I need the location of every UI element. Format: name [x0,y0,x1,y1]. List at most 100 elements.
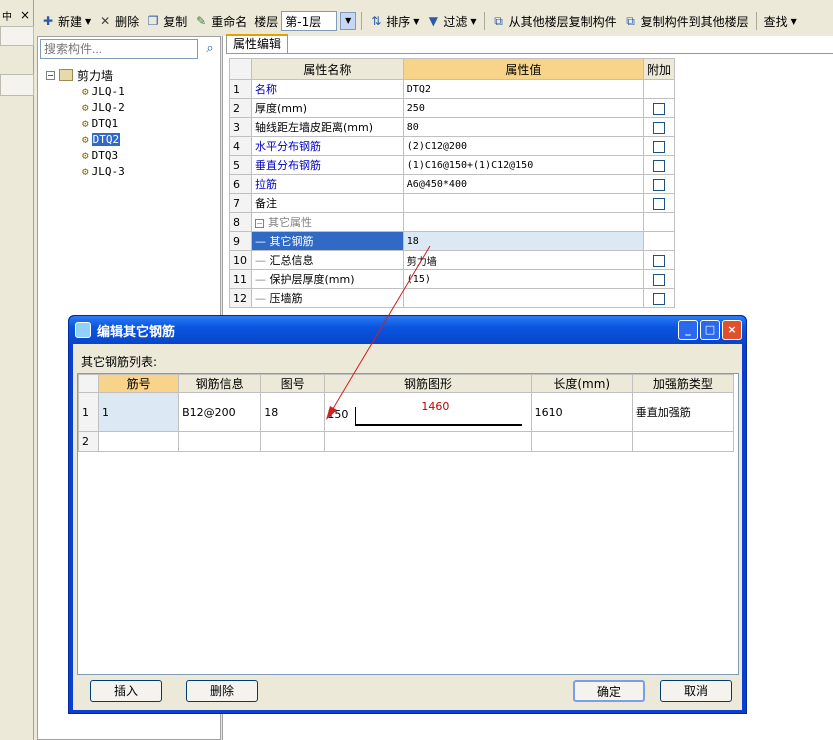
add-checkbox[interactable] [652,178,665,191]
bar-info-cell[interactable]: B12@200 [178,392,262,432]
table-row[interactable]: 2 [77,431,735,452]
search-input[interactable] [40,39,198,59]
property-value[interactable]: (15) [402,269,644,289]
table-row[interactable]: 6 拉筋 A6@450*400 [229,174,676,194]
table-row[interactable]: 1 名称 DTQ2 [229,79,676,99]
add-checkbox[interactable] [652,292,665,305]
figure-number-cell[interactable] [260,431,326,452]
stiffener-type-cell[interactable] [631,431,735,452]
shape-left-length[interactable]: 150 [327,408,348,421]
table-row[interactable]: 12 — 压墙筋 [229,288,676,308]
filter-icon: ▼ [428,14,439,28]
bar-number-cell[interactable]: 1 [98,392,180,432]
sort-button[interactable]: ⇅ 排序 ▼ [367,10,421,32]
figure-number-cell[interactable]: 18 [260,392,326,432]
length-cell[interactable] [530,431,633,452]
property-value[interactable]: (2)C12@200 [402,136,644,156]
toolbar-divider [361,12,363,30]
tree-item[interactable]: ⚙ DTQ3 [82,147,125,163]
table-row-selected[interactable]: 9 — 其它钢筋 18 [229,231,676,251]
property-value[interactable]: A6@450*400 [402,174,644,194]
stiffener-type-cell[interactable]: 垂直加强筋 [631,392,735,432]
ok-button[interactable]: 确定 [573,680,645,702]
property-value[interactable] [402,193,644,213]
rebar-list-label: 其它钢筋列表: [81,355,158,369]
property-name: 垂直分布钢筋 [250,155,404,175]
property-value[interactable]: 剪力墙 [402,250,644,270]
filter-button[interactable]: ▼ 过滤 ▼ [424,10,478,32]
tree-item[interactable]: ⚙ JLQ-2 [82,99,125,115]
bar-number-cell[interactable] [98,431,180,452]
table-row-group[interactable]: 8 − 其它属性 [229,212,676,232]
property-name: 厚度(mm) [250,98,404,118]
add-cell [642,79,676,99]
tree-item[interactable]: ⚙ JLQ-3 [82,163,125,179]
table-row[interactable]: 11 — 保护层厚度(mm) (15) [229,269,676,289]
close-button[interactable]: × [722,320,742,340]
add-checkbox[interactable] [652,140,665,153]
property-value[interactable]: 18 [402,231,644,251]
cancel-button[interactable]: 取消 [660,680,732,702]
property-value[interactable]: 80 [402,117,644,137]
table-row[interactable]: 7 备注 [229,193,676,213]
copy-button[interactable]: ❐ 复制 [144,10,189,32]
new-icon: ✚ [42,14,54,28]
copy-from-floor-button[interactable]: ⧉ 从其他楼层复制构件 [490,10,619,32]
table-row[interactable]: 5 垂直分布钢筋 (1)C16@150+(1)C12@150 [229,155,676,175]
add-checkbox[interactable] [652,197,665,210]
add-checkbox[interactable] [652,102,665,115]
minimize-button[interactable]: _ [678,320,698,340]
length-cell[interactable]: 1610 [530,392,633,432]
table-row[interactable]: 10 — 汇总信息 剪力墙 [229,250,676,270]
bar-shape-cell[interactable]: 150 1460 [324,392,532,432]
tree-root[interactable]: − 剪力墙 [46,67,125,83]
header-name: 属性名称 [250,58,404,80]
shape-main-length[interactable]: 1460 [421,400,449,413]
maximize-button[interactable]: □ [700,320,720,340]
delete-button[interactable]: ✕ 删除 [96,10,141,32]
tree-item[interactable]: ⚙ JLQ-1 [82,83,125,99]
caret-down-icon: ▼ [790,16,797,26]
add-checkbox[interactable] [652,121,665,134]
dialog-titlebar[interactable]: 编辑其它钢筋 _ □ × [69,316,746,344]
tree-item-selected[interactable]: ⚙ DTQ2 [82,131,125,147]
delete-button[interactable]: 删除 [186,680,258,702]
find-button[interactable]: 查找 ▼ [762,10,799,32]
header-bar-number: 筋号 [98,374,180,393]
bar-info-cell[interactable] [178,431,262,452]
table-row[interactable]: 4 水平分布钢筋 (2)C12@200 [229,136,676,156]
left-panel-button-1[interactable] [0,26,34,46]
property-value[interactable]: (1)C16@150+(1)C12@150 [402,155,644,175]
floor-select[interactable]: 第-1层 [281,11,338,31]
search-icon[interactable]: ⌕ [200,39,220,59]
left-panel-button-2[interactable] [0,74,34,96]
edit-other-rebar-dialog: 编辑其它钢筋 _ □ × 其它钢筋列表: 筋号 钢筋信息 图号 钢筋图形 长度(… [68,315,747,714]
property-value[interactable] [402,288,644,308]
insert-button[interactable]: 插入 [90,680,162,702]
close-icon[interactable]: × [20,8,30,22]
bar-shape-cell[interactable] [324,431,532,452]
add-checkbox[interactable] [652,159,665,172]
table-row[interactable]: 1 1 B12@200 18 150 1460 1610 垂直加强筋 [77,392,735,432]
property-value[interactable]: DTQ2 [402,79,644,99]
dialog-title: 编辑其它钢筋 [97,324,176,340]
row-number: 4 [229,136,252,156]
header-bar-info: 钢筋信息 [178,374,262,393]
dialog-body: 其它钢筋列表: 筋号 钢筋信息 图号 钢筋图形 长度(mm) 加强筋类型 1 1… [73,344,742,710]
toolbar-divider [755,12,757,30]
property-value[interactable]: 250 [402,98,644,118]
table-row[interactable]: 3 轴线距左墙皮距离(mm) 80 [229,117,676,137]
floor-dropdown-icon[interactable]: ▼ [340,12,357,30]
table-row[interactable]: 2 厚度(mm) 250 [229,98,676,118]
new-button[interactable]: ✚ 新建 ▼ [39,10,93,32]
collapse-icon[interactable]: − [254,219,264,228]
row-number: 12 [229,288,252,308]
collapse-icon[interactable]: − [46,70,55,80]
add-checkbox[interactable] [652,254,665,267]
tree-item[interactable]: ⚙ DTQ1 [82,115,125,131]
tab-property-edit[interactable]: 属性编辑 [226,34,288,54]
copy-to-floor-button[interactable]: ⧉ 复制构件到其他楼层 [622,10,751,32]
add-checkbox[interactable] [652,273,665,286]
pin-icon[interactable]: 中 [2,8,12,23]
rename-button[interactable]: ✎ 重命名 [192,10,249,32]
